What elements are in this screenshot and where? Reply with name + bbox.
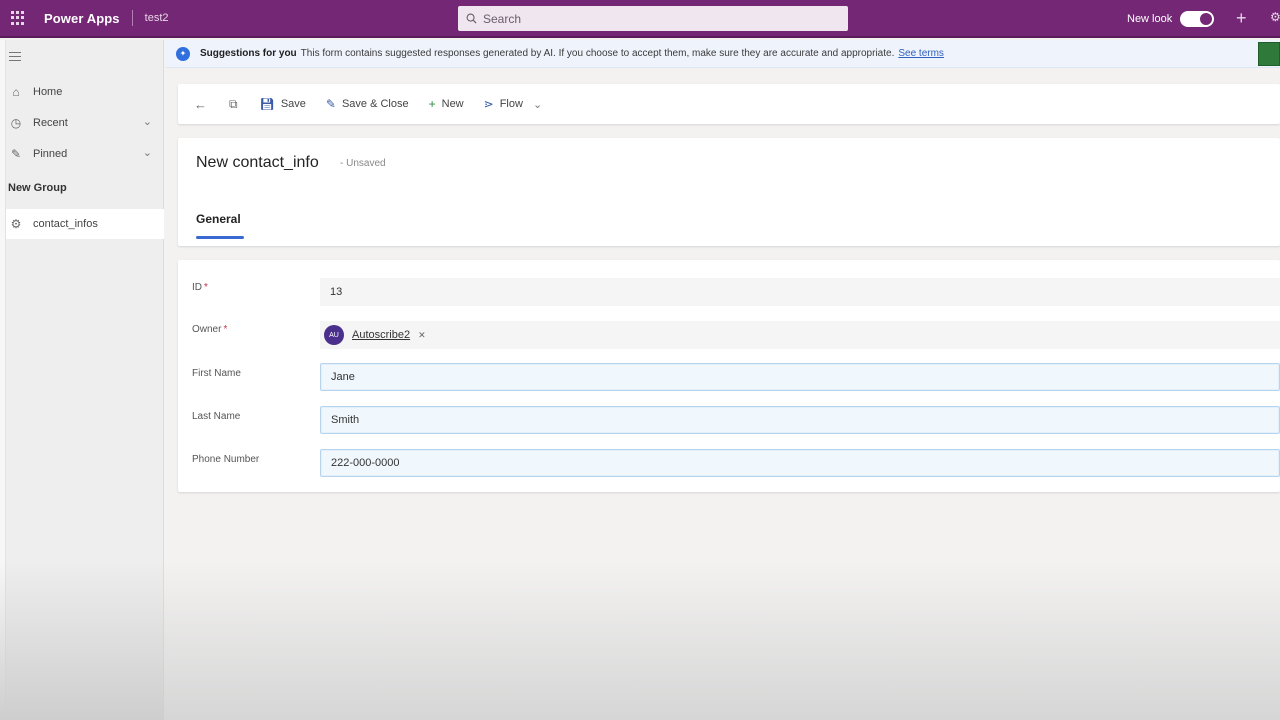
new-label: New	[441, 98, 464, 110]
save-and-close-button[interactable]: ✎ Save & Close	[326, 97, 409, 111]
app-brand[interactable]: Power Apps	[44, 11, 120, 26]
home-icon: ⌂	[12, 85, 20, 99]
bottom-shadow-overlay	[164, 560, 1280, 720]
sidebar-item-label: Recent	[33, 117, 68, 129]
search-box[interactable]: Search	[458, 6, 848, 31]
banner-title: Suggestions for you	[200, 48, 297, 59]
sidebar-item-label: contact_infos	[33, 218, 98, 230]
required-marker: *	[223, 324, 228, 335]
back-arrow-icon[interactable]: ←	[194, 97, 207, 112]
record-status: - Unsaved	[340, 158, 386, 169]
save-icon: 💾︎	[259, 97, 275, 111]
sidebar-item-home[interactable]: ⌂ Home	[0, 77, 164, 107]
pin-icon: ✎	[10, 147, 22, 161]
save-close-icon: ✎	[325, 97, 336, 111]
new-look-toggle[interactable]	[1180, 11, 1215, 27]
sidebar-item-contact-infos[interactable]: ⚙ contact_infos	[0, 209, 164, 239]
save-label: Save	[280, 98, 306, 110]
flow-button[interactable]: ⋗ Flow ⌄	[484, 97, 543, 111]
sidebar-bottom-shadow	[0, 560, 164, 720]
owner-label-text: Owner	[192, 324, 222, 335]
ai-suggestions-banner: ✦ Suggestions for you This form contains…	[166, 40, 1280, 68]
banner-text: This form contains suggested responses g…	[300, 48, 895, 59]
sidebar-item-recent[interactable]: ◷ Recent ⌄	[0, 108, 164, 138]
header-divider	[131, 10, 133, 26]
chevron-down-icon[interactable]: ⌄	[143, 146, 152, 159]
table-icon: ⚙	[10, 217, 22, 231]
chevron-down-icon[interactable]: ⌄	[533, 98, 542, 111]
search-icon	[466, 13, 477, 24]
notification-badge-icon[interactable]	[1258, 42, 1280, 66]
save-button[interactable]: 💾︎ Save	[260, 97, 306, 111]
tab-active-indicator	[196, 236, 244, 239]
last-name-label: Last Name	[192, 411, 241, 422]
sidebar-item-label: Home	[33, 86, 63, 98]
form-section: ID * 13 Owner * AU Autoscribe2 ✕ First Nam…	[178, 260, 1280, 492]
save-close-label: Save & Close	[341, 98, 409, 110]
record-title: New contact_info	[196, 154, 319, 171]
owner-field[interactable]: AU Autoscribe2 ✕	[320, 321, 1280, 349]
app-launcher-waffle-icon[interactable]	[2, 0, 34, 37]
sidebar-item-label: Pinned	[33, 148, 68, 160]
id-field[interactable]: 13	[320, 278, 1280, 306]
phone-number-label: Phone Number	[192, 454, 260, 465]
open-new-window-icon[interactable]: ⧉	[229, 97, 238, 112]
new-button[interactable]: + New	[429, 97, 464, 111]
add-icon[interactable]: +	[1236, 8, 1247, 29]
hamburger-menu-icon[interactable]	[9, 52, 21, 64]
owner-link[interactable]: Autoscribe2	[352, 329, 410, 341]
flow-label: Flow	[499, 98, 523, 110]
remove-owner-icon[interactable]: ✕	[418, 330, 426, 341]
id-label: ID *	[192, 282, 208, 293]
plus-icon: +	[428, 97, 436, 111]
first-name-field[interactable]: Jane	[320, 363, 1280, 391]
tab-general[interactable]: General	[196, 212, 241, 226]
first-name-label: First Name	[192, 368, 241, 379]
chevron-down-icon[interactable]: ⌄	[143, 115, 152, 128]
clock-icon: ◷	[10, 116, 22, 130]
new-look-control: New look	[1127, 0, 1215, 38]
sidebar-item-pinned[interactable]: ✎ Pinned ⌄	[0, 139, 164, 169]
top-app-bar: Power Apps test2 Search New look + ⚙	[0, 0, 1280, 38]
toggle-knob	[1200, 13, 1213, 25]
environment-name[interactable]: test2	[145, 12, 169, 24]
settings-icon[interactable]: ⚙	[1270, 10, 1280, 24]
search-placeholder: Search	[483, 11, 522, 26]
flow-icon: ⋗	[483, 97, 494, 111]
copilot-icon: ✦	[176, 46, 190, 61]
sidebar-group-header: New Group	[8, 182, 67, 194]
avatar: AU	[324, 325, 344, 345]
owner-label: Owner *	[192, 324, 227, 335]
command-bar: ← ⧉ 💾︎ Save ✎ Save & Close + New ⋗ Flow …	[178, 84, 1280, 124]
see-terms-link[interactable]: See terms	[898, 48, 944, 59]
required-marker: *	[204, 282, 208, 293]
phone-number-field[interactable]: 222-000-0000	[320, 449, 1280, 477]
id-label-text: ID	[192, 282, 202, 293]
last-name-field[interactable]: Smith	[320, 406, 1280, 434]
record-header: New contact_info - Unsaved General	[178, 138, 1280, 246]
new-look-label: New look	[1127, 13, 1173, 25]
